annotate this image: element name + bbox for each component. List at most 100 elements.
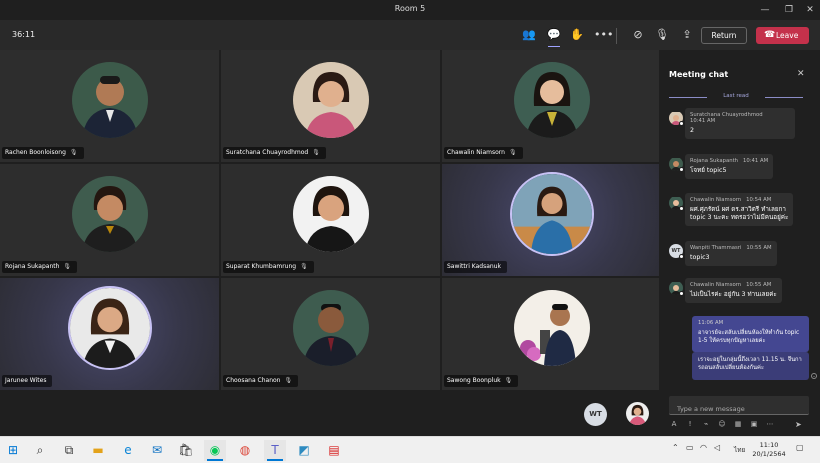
- minimize-icon[interactable]: —: [758, 3, 772, 17]
- maximize-icon[interactable]: ❐: [782, 3, 796, 17]
- raise-hand-icon[interactable]: ✋: [569, 28, 585, 42]
- participant-tile[interactable]: Rojana Sukapanth 🎙: [0, 164, 219, 276]
- message-bubble[interactable]: Wanpiti Thammasri 10:55 AM topic3: [685, 241, 777, 266]
- participant-photo: [513, 290, 590, 366]
- participant-name-tag: Sawittri Kadsanuk: [444, 261, 508, 273]
- leave-button[interactable]: ☎ Leave: [756, 27, 809, 44]
- participant-photo: [71, 176, 148, 252]
- participant-tile[interactable]: Choosana Chanon 🎙: [221, 278, 440, 390]
- message-time: 11:06 AM: [698, 320, 724, 326]
- video-grid: Rachen Boonloisong 🎙 Suratchana Chuayrodh…: [0, 50, 661, 391]
- participant-tile[interactable]: Sawong Boonpluk 🎙: [442, 278, 661, 390]
- self-avatar-initials[interactable]: WT: [584, 403, 607, 426]
- sticker-icon[interactable]: ▣: [749, 420, 759, 428]
- store-icon[interactable]: 🛍: [175, 440, 197, 461]
- message-bubble[interactable]: Rojana Sukapanth 10:41 AM โจทย์ topic5: [685, 154, 774, 179]
- message-meta: Rojana Sukapanth 10:41 AM: [690, 158, 769, 164]
- emoji-icon[interactable]: ☺: [717, 420, 727, 428]
- participant-photo: [292, 176, 369, 252]
- format-icon[interactable]: A: [669, 420, 679, 428]
- message-meta: Chawalin Niamsorn 10:55 AM: [690, 282, 772, 288]
- windows-taskbar: ⊞ ⌕ ⧉ ▬ e ✉ 🛍 ◉ ◍ T ◩ ▤ ⌃ ▭ ◠ ◁ ไทย 11:1…: [0, 436, 820, 463]
- presence-dot: [679, 254, 684, 259]
- send-icon[interactable]: ➤: [795, 420, 802, 429]
- line-app-icon[interactable]: ◉: [204, 440, 226, 461]
- participant-tile[interactable]: Suparat Khumbamrung 🎙: [221, 164, 440, 276]
- presence-dot: [679, 167, 684, 172]
- network-icon[interactable]: ▭: [686, 443, 694, 452]
- important-icon[interactable]: !: [685, 420, 695, 428]
- system-clock[interactable]: 11:10 20/1/2564: [752, 441, 786, 459]
- teams-icon[interactable]: T: [264, 440, 286, 461]
- my-message-bubble[interactable]: 11:06 AM อาจารย์จะสลับเปลี่ยนห้องให้ทำกั…: [692, 316, 809, 352]
- my-message-bubble[interactable]: เราจะอยู่ในกลุ่มนี้ถึงเวลา 11.15 น. จึนก…: [692, 352, 809, 380]
- participant-photo: [292, 290, 369, 366]
- message-meta: Wanpiti Thammasri 10:55 AM: [690, 245, 772, 251]
- close-window-icon[interactable]: ✕: [803, 3, 817, 17]
- mic-muted-icon[interactable]: 🎙: [654, 28, 670, 42]
- start-icon[interactable]: ⊞: [2, 440, 24, 461]
- meeting-chat-panel: Meeting chat ✕ Last read Suratchana Chua…: [659, 50, 820, 436]
- participant-tile[interactable]: Chawalin Niamsorn 🎙: [442, 50, 661, 162]
- participant-tile-speaking[interactable]: Sawittri Kadsanuk: [442, 164, 661, 276]
- tray-chevron-icon[interactable]: ⌃: [672, 443, 679, 452]
- chat-title: Meeting chat: [669, 70, 729, 79]
- mic-icon: 🎙: [312, 149, 320, 156]
- message-text: 2: [690, 127, 695, 134]
- participants-icon[interactable]: 👥: [521, 28, 537, 42]
- close-icon[interactable]: ✕: [797, 69, 805, 79]
- message-text: อาจารย์จะสลับเปลี่ยนห้องให้ทำกัน topic 1…: [698, 330, 800, 344]
- participant-name-tag: Rojana Sukapanth 🎙: [2, 261, 78, 273]
- chrome-icon[interactable]: ◍: [234, 440, 256, 461]
- task-view-icon[interactable]: ⧉: [58, 440, 80, 461]
- participant-photo: [292, 62, 369, 138]
- pdf-reader-icon[interactable]: ▤: [323, 440, 345, 461]
- volume-icon[interactable]: ◁: [714, 443, 720, 452]
- more-actions-icon[interactable]: •••: [594, 28, 613, 42]
- participant-tile[interactable]: Rachen Boonloisong 🎙: [0, 50, 219, 162]
- share-screen-icon[interactable]: ⇪: [679, 28, 695, 42]
- message-time: 10:41 AM: [690, 118, 716, 124]
- mic-icon: 🎙: [504, 377, 513, 384]
- participant-photo: [513, 62, 590, 138]
- edge-icon[interactable]: e: [117, 440, 139, 461]
- gif-icon[interactable]: ▦: [733, 420, 743, 428]
- message-bubble[interactable]: Chawalin Niamsorn 10:55 AM ไม่เป็นไรค่ะ อ…: [685, 278, 782, 303]
- message-meta: Chawalin Niamsorn 10:54 AM: [690, 197, 772, 203]
- return-button[interactable]: Return: [701, 27, 747, 44]
- more-options-icon[interactable]: ⋯: [765, 420, 775, 428]
- participant-name-tag: Sawong Boonpluk 🎙: [444, 375, 519, 387]
- message-text: ไม่เป็นไรค่ะ อยู่กัน 3 ท่านเลยค่ะ: [690, 291, 777, 298]
- participant-name-tag: Rachen Boonloisong 🎙: [2, 147, 84, 159]
- message-input[interactable]: [669, 400, 809, 418]
- search-icon[interactable]: ⌕: [29, 440, 51, 461]
- input-language[interactable]: ไทย: [734, 445, 745, 455]
- compose-box[interactable]: [669, 396, 809, 418]
- mic-icon: 🎙: [284, 377, 293, 384]
- meeting-timer: 36:11: [12, 30, 36, 39]
- participant-name-tag: Choosana Chanon 🎙: [223, 375, 299, 387]
- camera-off-icon[interactable]: ⊘: [630, 28, 646, 42]
- app-icon[interactable]: ◩: [293, 440, 315, 461]
- presence-dot: [679, 291, 684, 296]
- file-explorer-icon[interactable]: ▬: [87, 440, 109, 461]
- wifi-icon[interactable]: ◠: [700, 443, 707, 452]
- participant-tile[interactable]: Suratchana Chuayrodhmod 🎙: [221, 50, 440, 162]
- message-bubble[interactable]: Chawalin Niamsorn 10:54 AM ผศ.ศุภรัตน์ ผศ…: [685, 193, 794, 226]
- message-text: ผศ.ศุภรัตน์ ผศ ดร.สาวิตรี ทำเลยกา topic 3…: [690, 206, 789, 221]
- participant-photo: [67, 286, 152, 370]
- compose-toolbar: A ! ⌁ ☺ ▦ ▣ ⋯: [669, 420, 809, 432]
- self-avatar-photo[interactable]: [626, 402, 649, 425]
- scroll-down-icon[interactable]: ⌄: [811, 373, 817, 379]
- notifications-icon[interactable]: ▢: [796, 443, 804, 452]
- participant-photo: [71, 62, 148, 138]
- participant-name-tag: Suratchana Chuayrodhmod 🎙: [223, 147, 326, 159]
- chat-icon[interactable]: 💬: [546, 28, 562, 47]
- message-bubble[interactable]: Suratchana Chuayrodhmod 10:41 AM 2: [685, 108, 795, 139]
- mic-icon: 🎙: [69, 149, 78, 156]
- mail-icon[interactable]: ✉: [146, 440, 168, 461]
- participant-name-tag: Jarunee Wites: [2, 375, 53, 387]
- attach-icon[interactable]: ⌁: [701, 420, 711, 428]
- participant-tile-speaking[interactable]: Jarunee Wites: [0, 278, 219, 390]
- presence-dot: [679, 121, 684, 126]
